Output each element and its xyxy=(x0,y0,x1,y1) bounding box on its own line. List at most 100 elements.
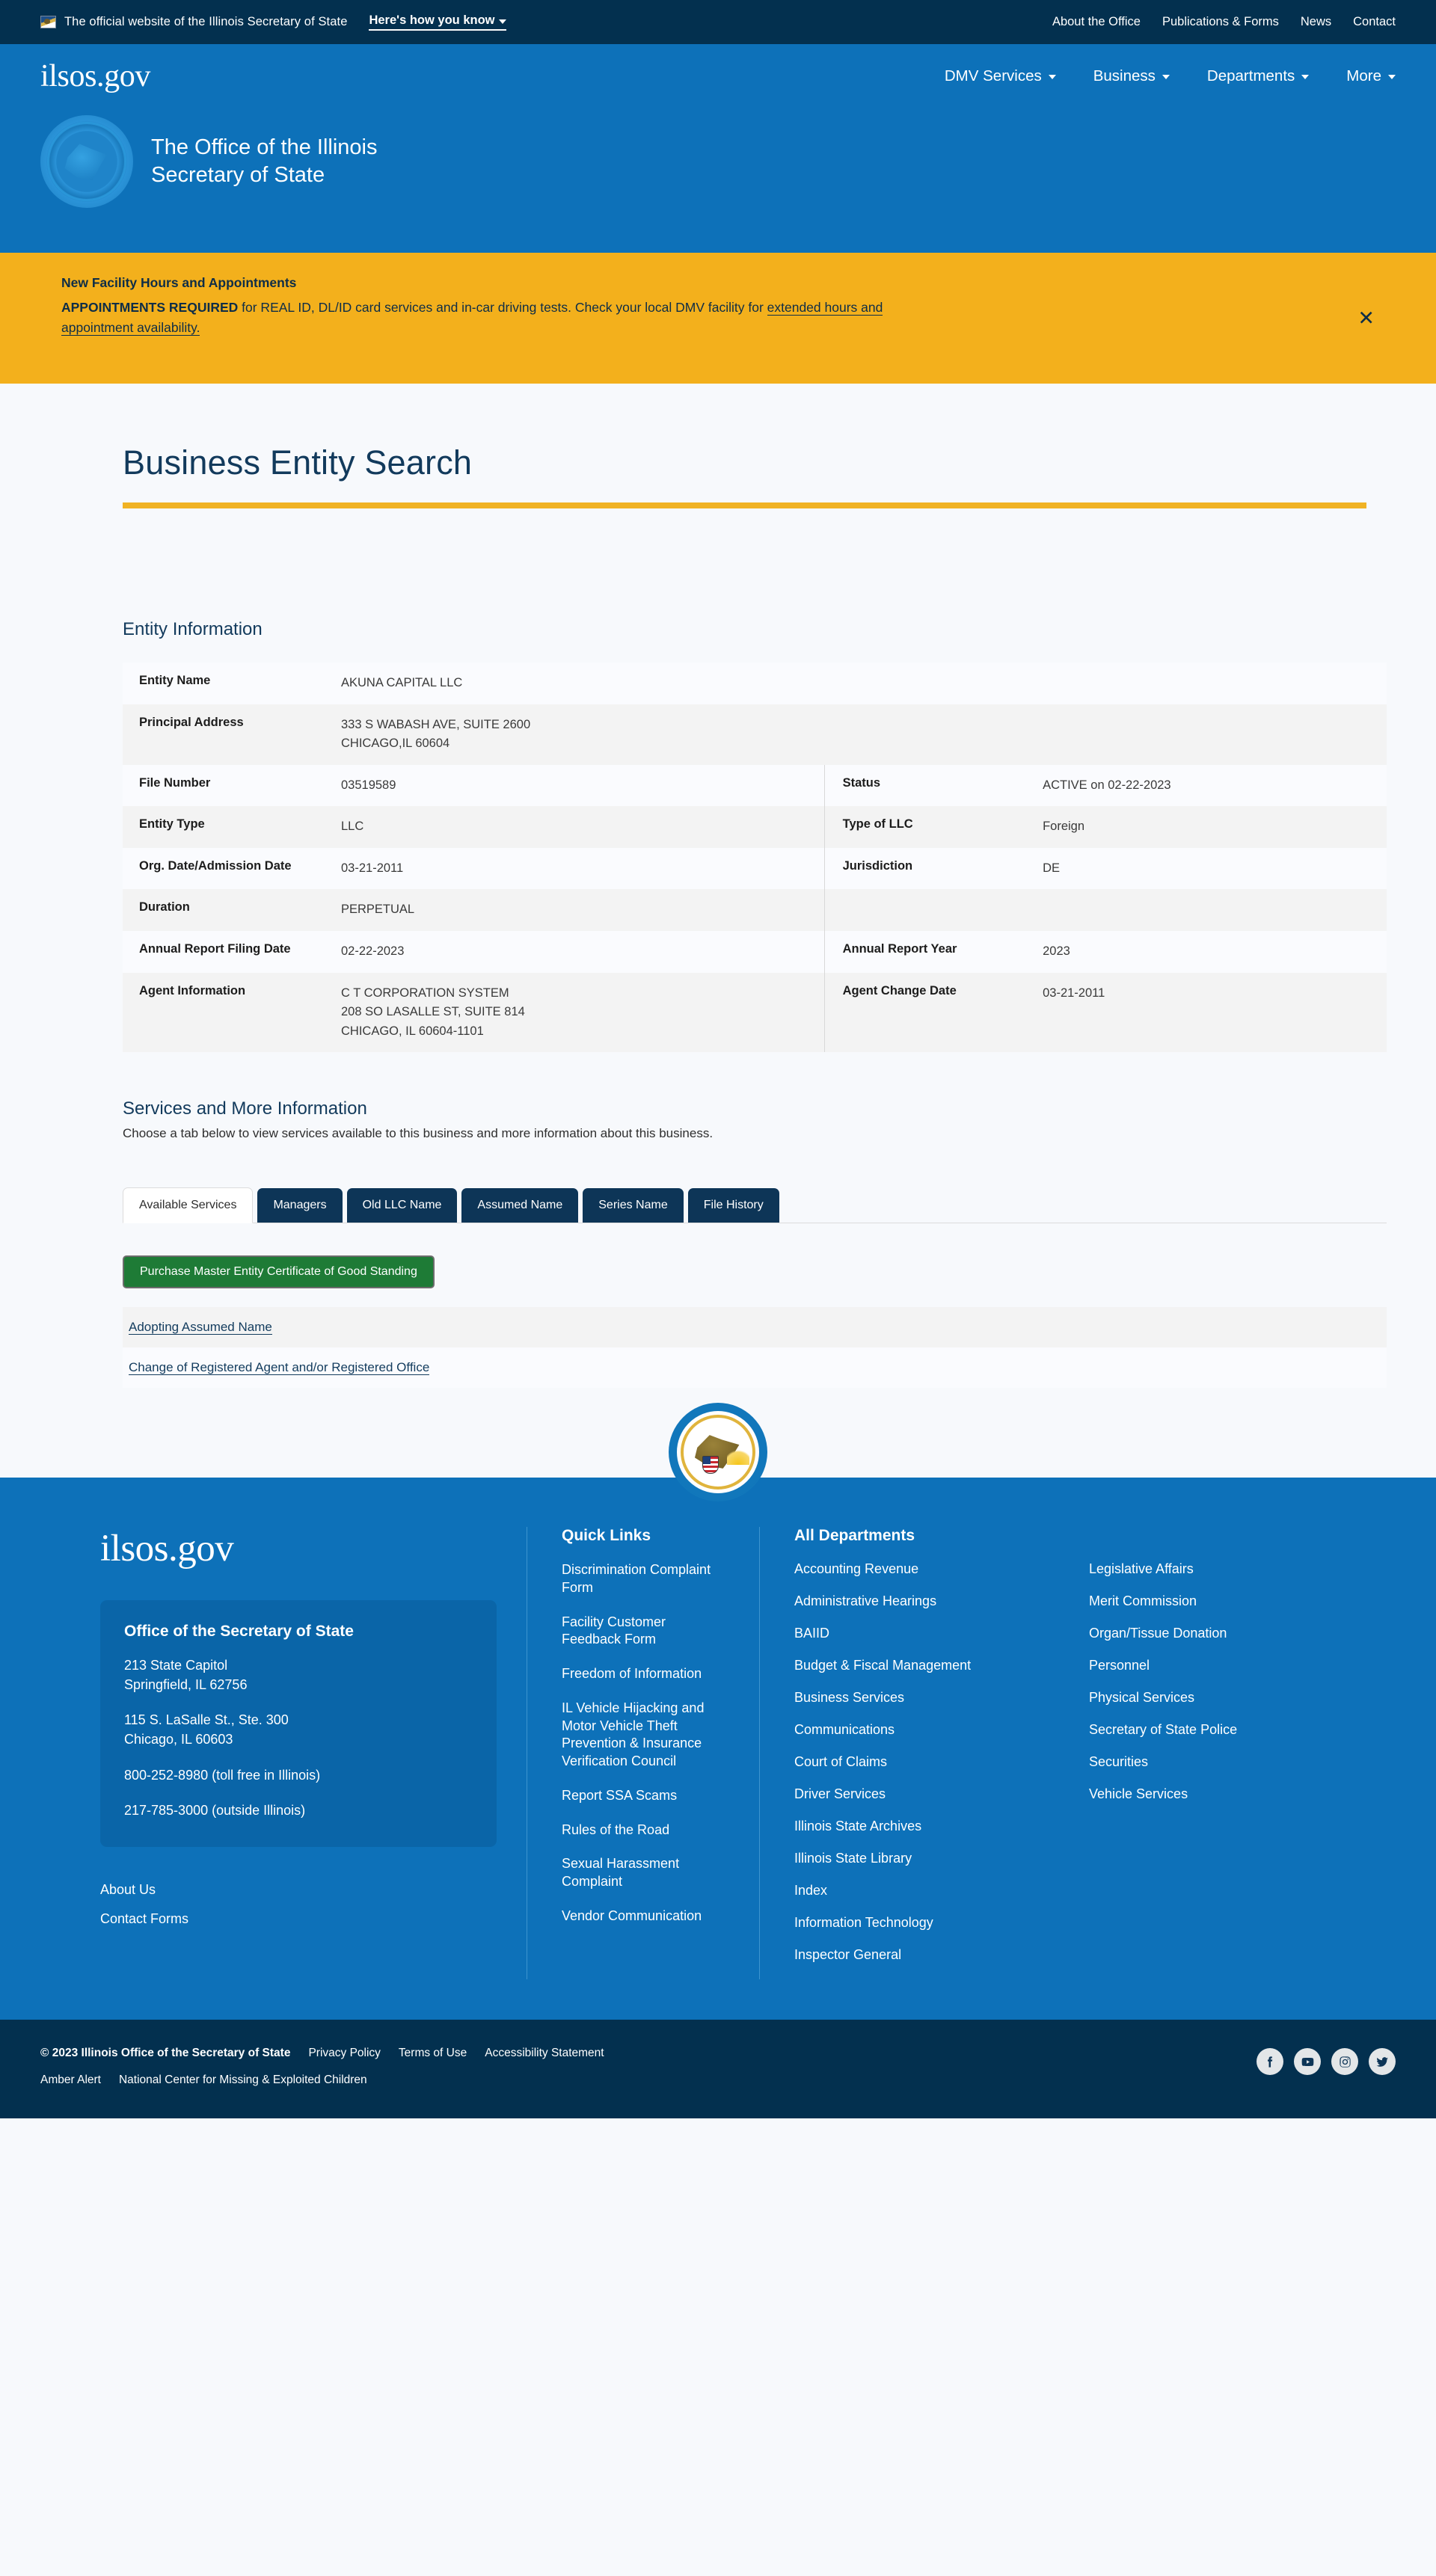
quick-link-sexual-harassment-complaint[interactable]: Sexual Harassment Complaint xyxy=(562,1855,725,1891)
tab-assumed-name[interactable]: Assumed Name xyxy=(461,1188,579,1223)
illinois-state-seal-icon xyxy=(670,1404,766,1501)
tab-available-services[interactable]: Available Services xyxy=(123,1187,254,1224)
dept-link-driver-services[interactable]: Driver Services xyxy=(794,1786,1041,1802)
social-links xyxy=(1256,2047,1396,2076)
youtube-icon[interactable] xyxy=(1294,2048,1321,2076)
legal-row-1: © 2023 Illinois Office of the Secretary … xyxy=(40,2047,1256,2060)
row-value-entity-type: LLC xyxy=(341,820,364,834)
quick-link-rules-of-the-road[interactable]: Rules of the Road xyxy=(562,1822,725,1839)
row-value-jurisdiction: DE xyxy=(1043,861,1061,875)
utility-link-about-the-office[interactable]: About the Office xyxy=(1052,15,1141,29)
instagram-icon[interactable] xyxy=(1331,2048,1358,2076)
row-label-annual-report-filing-date: Annual Report Filing Date xyxy=(139,941,291,956)
site-logo[interactable]: ilsos.gov xyxy=(40,58,150,94)
list-item: Adopting Assumed Name xyxy=(123,1307,1387,1348)
tab-old-llc-name[interactable]: Old LLC Name xyxy=(346,1188,458,1223)
table-row: File Number 03519589 Status ACTIVE on 02… xyxy=(123,764,1387,807)
utility-link-publications-forms[interactable]: Publications & Forms xyxy=(1162,15,1279,29)
official-site-text: The official website of the Illinois Sec… xyxy=(64,15,348,28)
legal-link-accessibility-statement[interactable]: Accessibility Statement xyxy=(485,2047,604,2060)
dept-link-illinois-state-archives[interactable]: Illinois State Archives xyxy=(794,1819,1041,1834)
main-content: Business Entity Search Entity Informatio… xyxy=(0,384,1436,1478)
quick-links-heading: Quick Links xyxy=(562,1527,651,1545)
dept-link-business-services[interactable]: Business Services xyxy=(794,1690,1041,1706)
dept-link-securities[interactable]: Securities xyxy=(1089,1754,1336,1770)
chevron-down-icon xyxy=(1048,74,1056,79)
row-value-agent-change-date: 03-21-2011 xyxy=(1043,986,1105,1000)
tab-series-name[interactable]: Series Name xyxy=(583,1188,684,1223)
nav-item-departments[interactable]: Departments xyxy=(1207,67,1310,85)
copyright-text: © 2023 Illinois Office of the Secretary … xyxy=(40,2047,291,2060)
dept-link-legislative-affairs[interactable]: Legislative Affairs xyxy=(1089,1561,1336,1577)
dept-link-accounting-revenue[interactable]: Accounting Revenue xyxy=(794,1561,1041,1577)
legal-link-terms-of-use[interactable]: Terms of Use xyxy=(399,2047,467,2060)
footer-link-contact-forms[interactable]: Contact Forms xyxy=(100,1905,497,1934)
quick-link-freedom-of-information[interactable]: Freedom of Information xyxy=(562,1665,725,1683)
title-underline-rule xyxy=(123,502,1366,508)
tab-file-history[interactable]: File History xyxy=(687,1188,779,1223)
facebook-icon[interactable] xyxy=(1256,2048,1283,2076)
dept-link-court-of-claims[interactable]: Court of Claims xyxy=(794,1754,1041,1770)
dept-link-personnel[interactable]: Personnel xyxy=(1089,1658,1336,1673)
dept-link-secretary-of-state-police[interactable]: Secretary of State Police xyxy=(1089,1722,1336,1738)
alert-bold-lead: APPOINTMENTS REQUIRED xyxy=(61,300,239,315)
service-link-change-registered-agent[interactable]: Change of Registered Agent and/or Regist… xyxy=(129,1360,430,1376)
footer-link-about-us[interactable]: About Us xyxy=(100,1875,497,1905)
dept-link-inspector-general[interactable]: Inspector General xyxy=(794,1947,1041,1963)
dept-link-information-technology[interactable]: Information Technology xyxy=(794,1915,1041,1931)
table-row: Principal Address 333 S WABASH AVE, SUIT… xyxy=(123,704,1387,765)
utility-link-news[interactable]: News xyxy=(1301,15,1331,29)
row-value-principal-address: 333 S WABASH AVE, SUITE 2600 CHICAGO,IL … xyxy=(341,717,531,751)
row-value-status: ACTIVE on 02-22-2023 xyxy=(1043,778,1171,792)
close-icon[interactable]: ✕ xyxy=(1357,308,1375,328)
quick-link-discrimination-complaint-form[interactable]: Discrimination Complaint Form xyxy=(562,1561,725,1597)
row-value-duration-empty xyxy=(1026,889,1387,931)
nav-item-more[interactable]: More xyxy=(1346,67,1396,85)
tab-managers[interactable]: Managers xyxy=(257,1188,343,1223)
row-value-entity-name: AKUNA CAPITAL LLC xyxy=(341,676,463,689)
legal-link-ncmec[interactable]: National Center for Missing & Exploited … xyxy=(119,2074,367,2087)
alert-link-appointment-availability[interactable]: appointment availability. xyxy=(61,320,200,336)
dept-link-illinois-state-library[interactable]: Illinois State Library xyxy=(794,1851,1041,1866)
legal-link-amber-alert[interactable]: Amber Alert xyxy=(40,2074,101,2087)
illinois-state-seal-watermark-icon xyxy=(40,115,133,208)
service-link-adopting-assumed-name[interactable]: Adopting Assumed Name xyxy=(129,1320,272,1335)
utility-link-contact[interactable]: Contact xyxy=(1353,15,1396,29)
dept-link-organ-tissue-donation[interactable]: Organ/Tissue Donation xyxy=(1089,1626,1336,1641)
row-label-org-date: Org. Date/Admission Date xyxy=(139,858,292,873)
bottom-bar: © 2023 Illinois Office of the Secretary … xyxy=(0,2020,1436,2119)
office-address-card: Office of the Secretary of State 213 Sta… xyxy=(100,1600,497,1847)
nav-item-business[interactable]: Business xyxy=(1093,67,1170,85)
dept-link-communications[interactable]: Communications xyxy=(794,1722,1041,1738)
nav-item-dmv-services[interactable]: DMV Services xyxy=(945,67,1056,85)
utility-bar-left: The official website of the Illinois Sec… xyxy=(40,13,506,31)
row-value-annual-report-year: 2023 xyxy=(1043,944,1070,958)
alert-title: New Facility Hours and Appointments xyxy=(61,275,297,290)
twitter-icon[interactable] xyxy=(1369,2048,1396,2076)
dept-link-baiid[interactable]: BAIID xyxy=(794,1626,1041,1641)
quick-link-facility-customer-feedback-form[interactable]: Facility Customer Feedback Form xyxy=(562,1614,725,1650)
row-value-file-number: 03519589 xyxy=(341,778,396,792)
dept-link-physical-services[interactable]: Physical Services xyxy=(1089,1690,1336,1706)
legal-link-privacy-policy[interactable]: Privacy Policy xyxy=(308,2047,380,2060)
services-subheading: Choose a tab below to view services avai… xyxy=(123,1126,714,1141)
dept-link-budget-fiscal-management[interactable]: Budget & Fiscal Management xyxy=(794,1658,1041,1673)
dept-link-administrative-hearings[interactable]: Administrative Hearings xyxy=(794,1593,1041,1609)
alert-banner: New Facility Hours and Appointments APPO… xyxy=(0,253,1436,384)
row-label-file-number: File Number xyxy=(139,775,211,790)
quick-links-list: Discrimination Complaint Form Facility C… xyxy=(562,1561,725,1925)
address-card-title: Office of the Secretary of State xyxy=(124,1623,354,1641)
heres-how-you-know-toggle[interactable]: Here's how you know xyxy=(369,13,506,31)
quick-link-vendor-communication[interactable]: Vendor Communication xyxy=(562,1908,725,1925)
dept-link-vehicle-services[interactable]: Vehicle Services xyxy=(1089,1786,1336,1802)
phone-outside-illinois: 217-785-3000 (outside Illinois) xyxy=(124,1802,306,1818)
departments-column-2: Legislative Affairs Merit Commission Org… xyxy=(1089,1561,1336,1979)
quick-link-report-ssa-scams[interactable]: Report SSA Scams xyxy=(562,1787,725,1805)
footer-brand-column: ilsos.gov Office of the Secretary of Sta… xyxy=(100,1527,527,1979)
dept-link-index[interactable]: Index xyxy=(794,1883,1041,1899)
quick-link-il-vehicle-hijacking-council[interactable]: IL Vehicle Hijacking and Motor Vehicle T… xyxy=(562,1700,725,1771)
table-row: Annual Report Filing Date 02-22-2023 Ann… xyxy=(123,930,1387,973)
purchase-certificate-button[interactable]: Purchase Master Entity Certificate of Go… xyxy=(123,1255,435,1289)
dept-link-merit-commission[interactable]: Merit Commission xyxy=(1089,1593,1336,1609)
alert-link-extended-hours[interactable]: extended hours and xyxy=(767,300,883,316)
